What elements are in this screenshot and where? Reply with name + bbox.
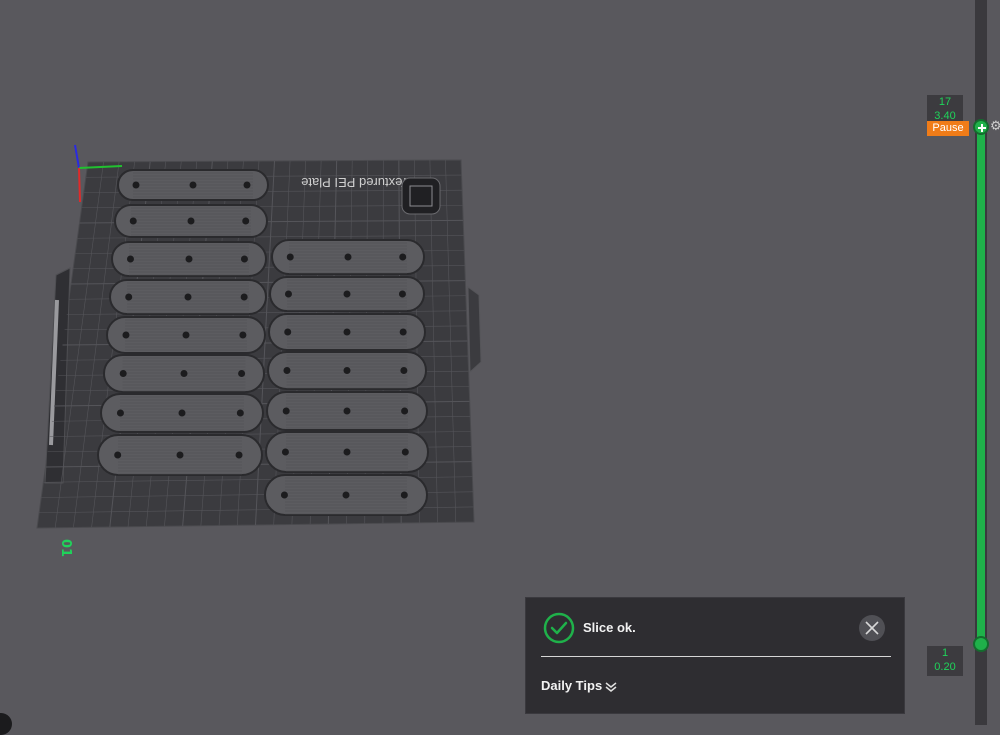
sliced-part [115, 205, 267, 237]
bottom-layer-number: 1 [927, 646, 963, 660]
slice-notification: Slice ok. Daily Tips [525, 597, 905, 714]
sliced-part [269, 314, 425, 350]
sliced-part [270, 277, 424, 311]
sliced-part [265, 475, 427, 515]
sliced-part [272, 240, 424, 274]
sliced-part [110, 280, 266, 314]
layer-slider-range[interactable] [977, 127, 985, 645]
close-icon [864, 620, 880, 636]
notification-message: Slice ok. [583, 620, 636, 635]
plate-handle [468, 287, 481, 372]
double-chevron-down-icon [605, 681, 617, 693]
plate-number: 01 [58, 539, 73, 557]
sliced-part [112, 242, 266, 276]
plate-label: Textured PEI Plate [301, 175, 409, 190]
bottom-layer-height: 0.20 [927, 660, 963, 674]
sliced-part [104, 355, 264, 392]
sliced-part [266, 432, 428, 472]
sliced-part [107, 317, 265, 353]
notification-divider [541, 656, 891, 657]
close-button[interactable] [859, 615, 885, 641]
daily-tips-label: Daily Tips [541, 678, 602, 693]
check-circle-icon [543, 612, 575, 644]
sliced-part [98, 435, 262, 475]
gear-icon[interactable]: ⚙ [990, 120, 1000, 134]
sliced-part [268, 352, 426, 389]
top-layer-number: 17 [927, 95, 963, 109]
daily-tips-toggle[interactable]: Daily Tips [541, 678, 617, 693]
top-layer-handle[interactable] [973, 119, 989, 135]
sliced-part [118, 170, 268, 200]
bottom-layer-handle[interactable] [973, 636, 989, 652]
bottom-layer-readout: 1 0.20 [927, 646, 963, 676]
pause-tag[interactable]: Pause [927, 121, 969, 136]
sliced-part [267, 392, 427, 430]
sliced-part [101, 394, 263, 432]
plate-logo-icon [402, 178, 440, 214]
